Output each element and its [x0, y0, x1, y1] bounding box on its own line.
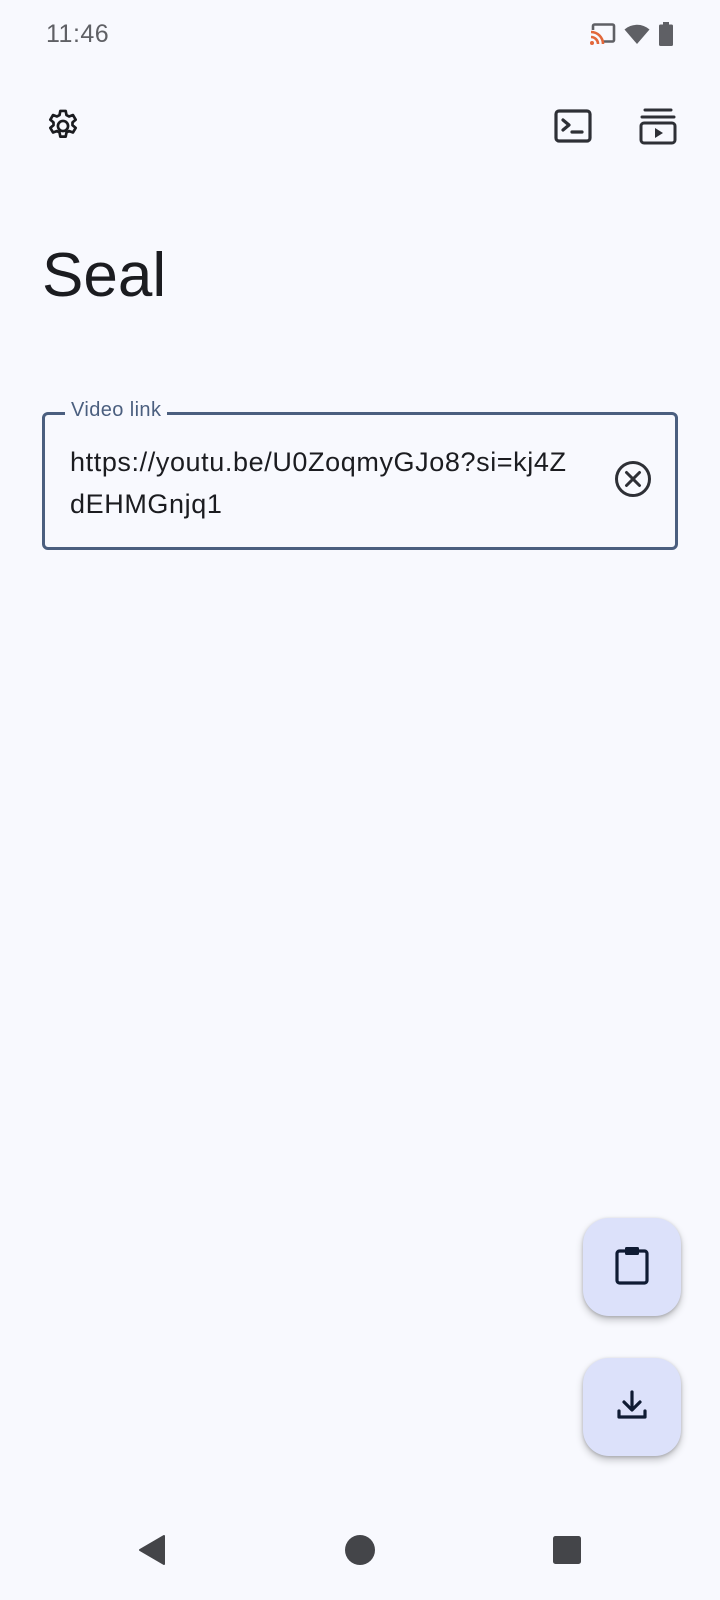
recents-square-icon: [552, 1535, 582, 1570]
clear-circle-icon: [613, 459, 653, 504]
video-link-field[interactable]: Video link https://youtu.be/U0ZoqmyGJo8?…: [42, 399, 678, 550]
clipboard-icon: [614, 1245, 650, 1290]
download-icon: [616, 1389, 648, 1426]
paste-button[interactable]: [583, 1218, 681, 1316]
video-link-label: Video link: [65, 399, 168, 422]
settings-button[interactable]: [35, 98, 91, 154]
wifi-icon: [624, 23, 650, 45]
home-button[interactable]: [330, 1522, 390, 1582]
cast-icon: [590, 23, 616, 45]
status-time: 11:46: [46, 20, 110, 48]
video-link-input[interactable]: https://youtu.be/U0ZoqmyGJo8?si=kj4ZdEHM…: [70, 441, 570, 525]
terminal-icon: [554, 109, 592, 143]
terminal-button[interactable]: [545, 98, 601, 154]
app-title: Seal: [42, 241, 167, 310]
download-button[interactable]: [583, 1358, 681, 1456]
home-circle-icon: [344, 1534, 376, 1571]
battery-icon: [658, 22, 674, 46]
download-queue-icon: [639, 107, 677, 145]
gear-icon: [44, 107, 82, 145]
back-triangle-icon: [137, 1534, 167, 1571]
navigation-bar: [0, 1500, 720, 1600]
recents-button[interactable]: [537, 1522, 597, 1582]
screen: 11:46 Seal Video link https://youtu.be/U…: [0, 0, 720, 1600]
download-queue-button[interactable]: [630, 98, 686, 154]
status-bar: 11:46: [0, 0, 720, 72]
status-icons: [590, 22, 674, 46]
back-button[interactable]: [122, 1522, 182, 1582]
clear-button[interactable]: [605, 453, 661, 509]
